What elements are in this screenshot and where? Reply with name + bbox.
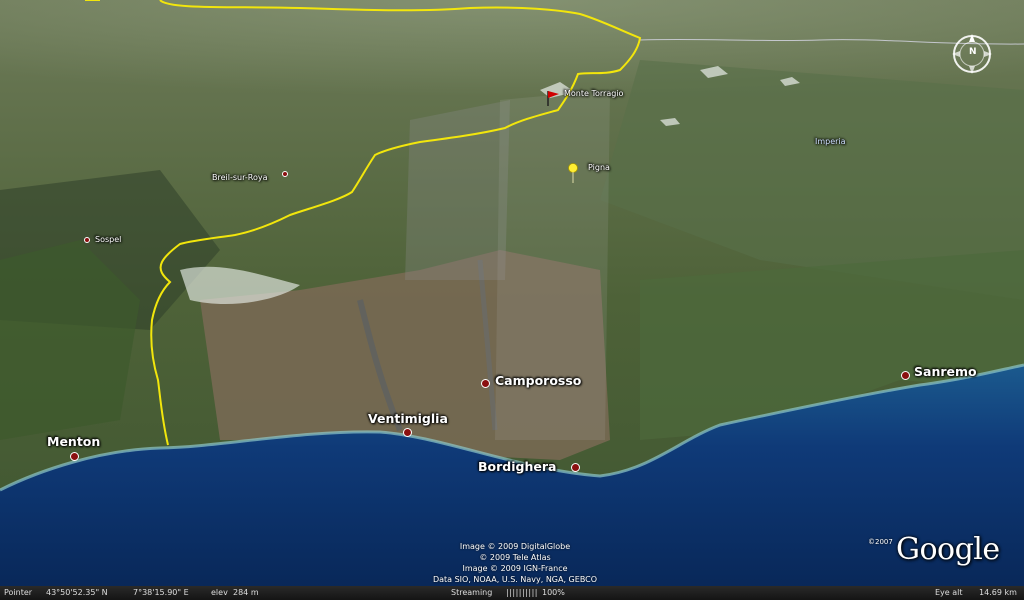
place-marker-ventimiglia[interactable]: [403, 428, 412, 437]
label-bordighera[interactable]: Bordighera: [478, 459, 556, 474]
label-breil[interactable]: Breil-sur-Roya: [212, 173, 268, 182]
status-bar: Pointer 43°50'52.35" N 7°38'15.90" E ele…: [0, 586, 1024, 600]
attribution-line: Image © 2009 DigitalGlobe: [459, 542, 571, 551]
attribution-line: Image © 2009 IGN-France: [462, 564, 568, 573]
imagery-attribution: Image © 2009 DigitalGlobe © 2009 Tele At…: [410, 541, 620, 585]
logo-copyright: ©2007: [868, 538, 893, 546]
place-marker-sanremo[interactable]: [901, 371, 910, 380]
streaming-percent: 100%: [542, 588, 565, 597]
place-marker-camporosso[interactable]: [481, 379, 490, 388]
label-imperia[interactable]: Imperia: [815, 137, 846, 146]
place-marker-bordighera[interactable]: [571, 463, 580, 472]
pointer-latitude: 43°50'52.35" N: [46, 588, 108, 597]
place-marker-menton[interactable]: [70, 452, 79, 461]
imagery-patch-grey: [405, 100, 510, 280]
attribution-line: © 2009 Tele Atlas: [479, 553, 551, 562]
elevation-label: elev: [211, 588, 228, 597]
streaming-label: Streaming: [451, 588, 493, 597]
compass-north-label: N: [969, 47, 977, 57]
compass-rose-icon[interactable]: N: [950, 32, 994, 76]
label-menton[interactable]: Menton: [47, 434, 100, 449]
eye-altitude-label: Eye alt: [935, 588, 963, 597]
label-ventimiglia[interactable]: Ventimiglia: [368, 411, 448, 426]
elevation-value: 284 m: [233, 588, 259, 597]
flag-icon[interactable]: [546, 90, 560, 106]
place-marker-sospel[interactable]: [84, 237, 90, 243]
label-monte-torragio[interactable]: Monte Torragio: [564, 89, 623, 98]
pointer-longitude: 7°38'15.90" E: [133, 588, 189, 597]
label-sanremo[interactable]: Sanremo: [914, 364, 977, 379]
attribution-line: Data SIO, NOAA, U.S. Navy, NGA, GEBCO: [432, 575, 598, 584]
streaming-progress: ||||||||||: [506, 588, 538, 597]
eye-altitude-value: 14.69 km: [979, 588, 1017, 597]
terrain-imagery[interactable]: [0, 0, 1024, 600]
label-pigna[interactable]: Pigna: [588, 163, 610, 172]
place-marker-breil[interactable]: [282, 171, 288, 177]
google-logo: Google: [896, 532, 1000, 567]
label-sospel[interactable]: Sospel: [95, 235, 121, 244]
pushpin-icon[interactable]: [567, 163, 579, 183]
pointer-label: Pointer: [4, 588, 33, 597]
map-viewport[interactable]: Monte Torragio Pigna Imperia Breil-sur-R…: [0, 0, 1024, 600]
label-camporosso[interactable]: Camporosso: [495, 373, 581, 388]
